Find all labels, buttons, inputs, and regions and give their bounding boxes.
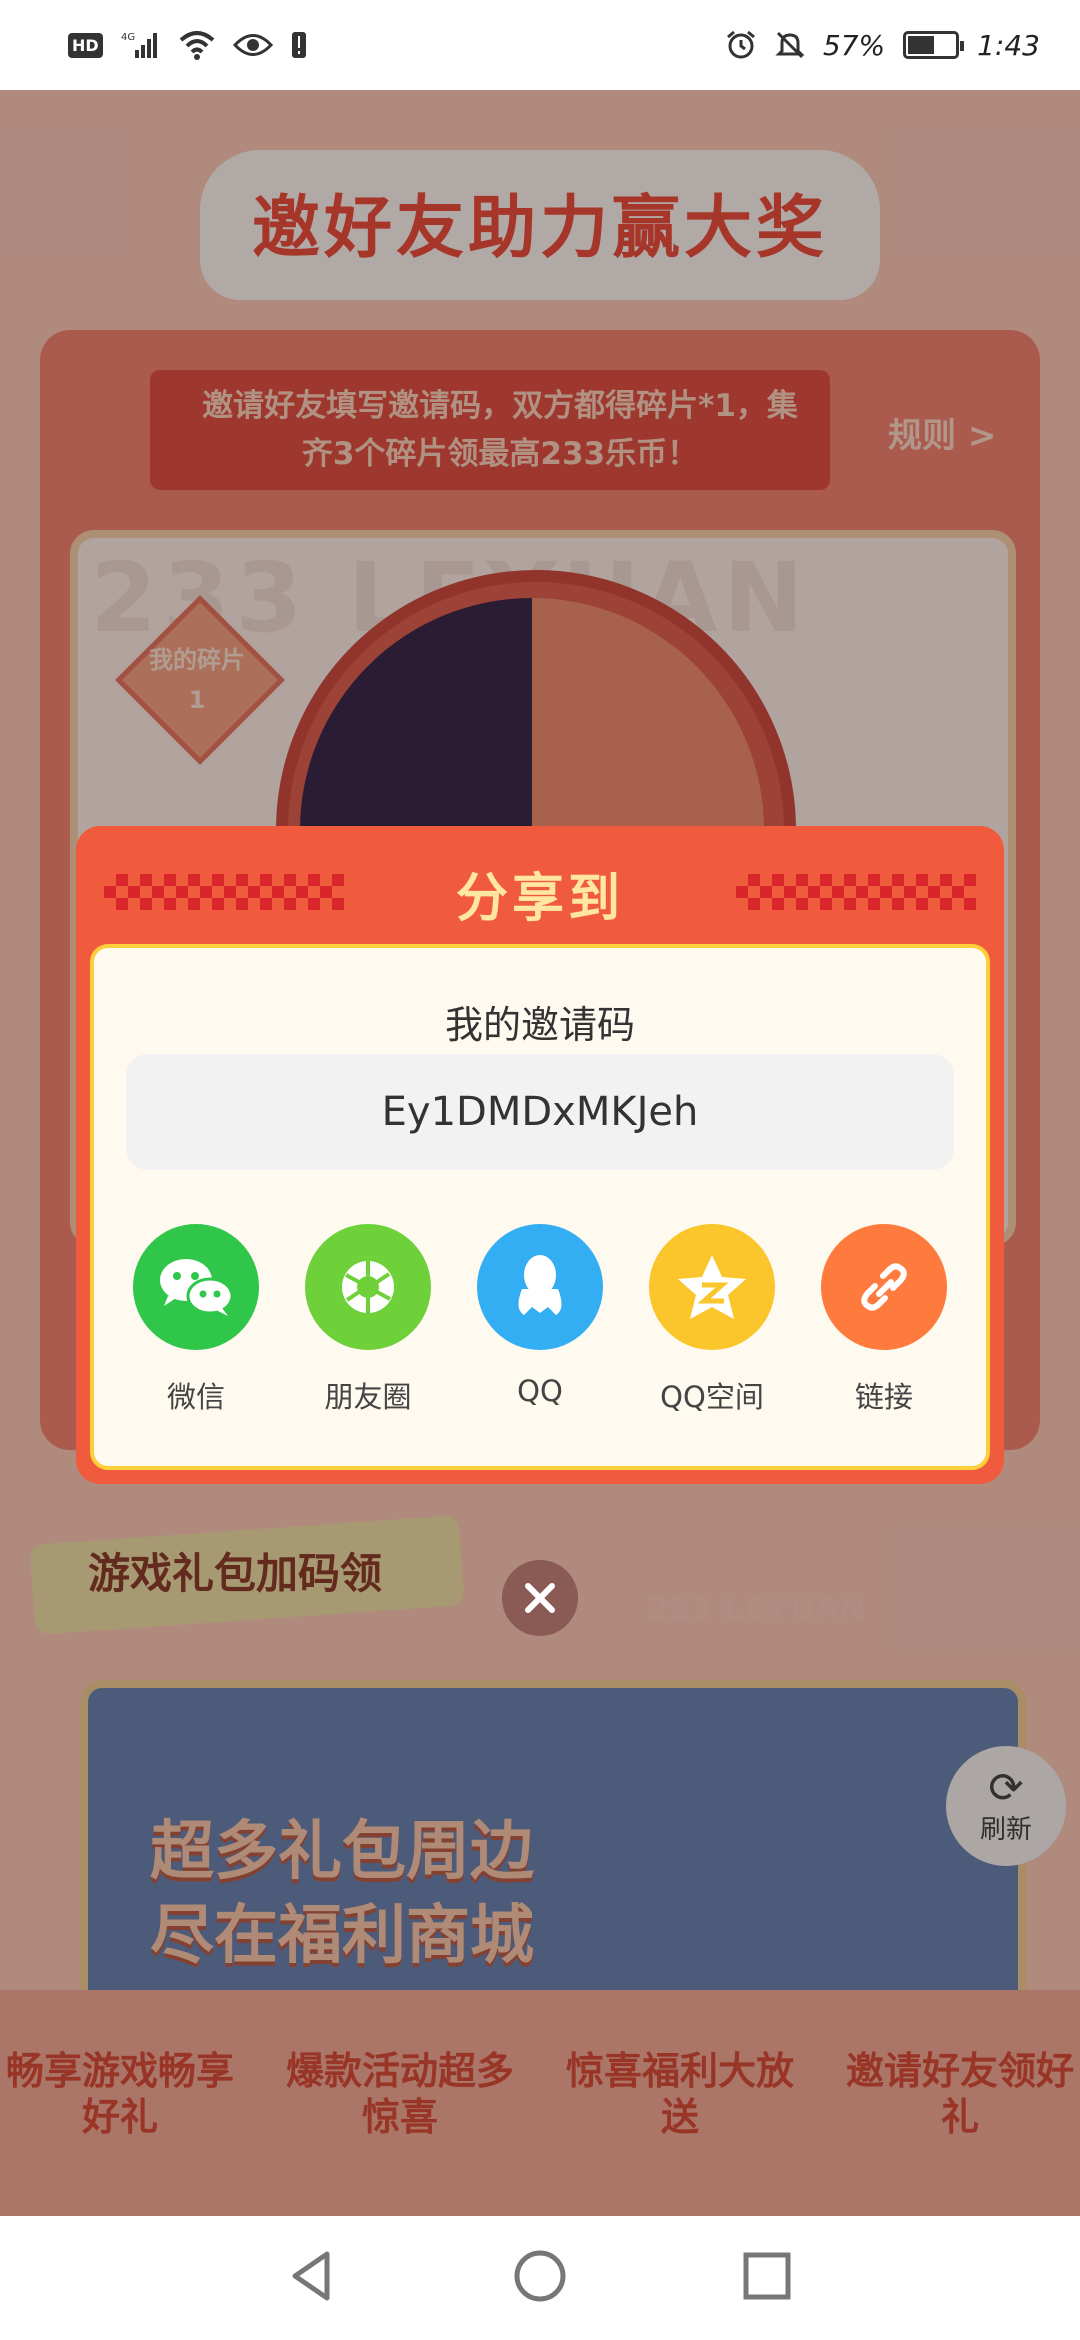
moments-icon [305, 1224, 431, 1350]
hd-icon: HD [68, 32, 103, 58]
clock: 1:43 [977, 28, 1040, 62]
eye-icon [232, 32, 273, 58]
share-qzone[interactable]: QQ空间 [642, 1224, 782, 1416]
dialog-title: 分享到 [455, 869, 624, 929]
mute-icon [775, 30, 805, 60]
qq-icon [477, 1224, 603, 1350]
signal-icon: 4G [121, 30, 161, 60]
status-right: 57% 1:43 [725, 29, 1040, 62]
share-moments[interactable]: 朋友圈 [298, 1224, 438, 1416]
qzone-icon [649, 1224, 775, 1350]
share-qq-label: QQ [517, 1374, 563, 1408]
status-bar: HD 4G 57% 1:43 [0, 0, 1080, 90]
share-qzone-label: QQ空间 [660, 1380, 764, 1414]
alarm-icon [725, 30, 757, 60]
share-moments-label: 朋友圈 [324, 1380, 412, 1414]
network-type: 4G [121, 32, 135, 43]
share-wechat[interactable]: 微信 [126, 1224, 266, 1416]
wechat-icon [133, 1224, 259, 1350]
share-link[interactable]: 链接 [814, 1224, 954, 1416]
back-icon[interactable] [285, 2248, 341, 2308]
system-nav-bar [0, 2216, 1080, 2340]
battery-percent: 57% [822, 28, 886, 62]
share-dialog: 分享到 我的邀请码 Ey1DMDxMKJeh 微信 朋友圈 QQ QQ空间 链接 [76, 826, 1004, 1484]
close-icon [525, 1583, 555, 1613]
recents-icon[interactable] [739, 2248, 795, 2308]
share-link-label: 链接 [854, 1380, 913, 1414]
status-left: HD 4G [68, 30, 307, 60]
share-wechat-label: 微信 [166, 1380, 225, 1414]
battery-fill [908, 36, 935, 54]
invite-code-label: 我的邀请码 [444, 1003, 635, 1047]
share-options: 微信 朋友圈 QQ QQ空间 链接 [126, 1224, 954, 1416]
battery-icon [903, 31, 965, 59]
link-icon [821, 1224, 947, 1350]
alert-icon [291, 30, 307, 60]
invite-code-box[interactable]: Ey1DMDxMKJeh [126, 1054, 954, 1170]
invite-code-value: Ey1DMDxMKJeh [381, 1089, 699, 1135]
close-button[interactable] [502, 1560, 578, 1636]
share-qq[interactable]: QQ [470, 1224, 610, 1416]
home-icon[interactable] [512, 2248, 568, 2308]
wifi-icon [179, 30, 215, 60]
